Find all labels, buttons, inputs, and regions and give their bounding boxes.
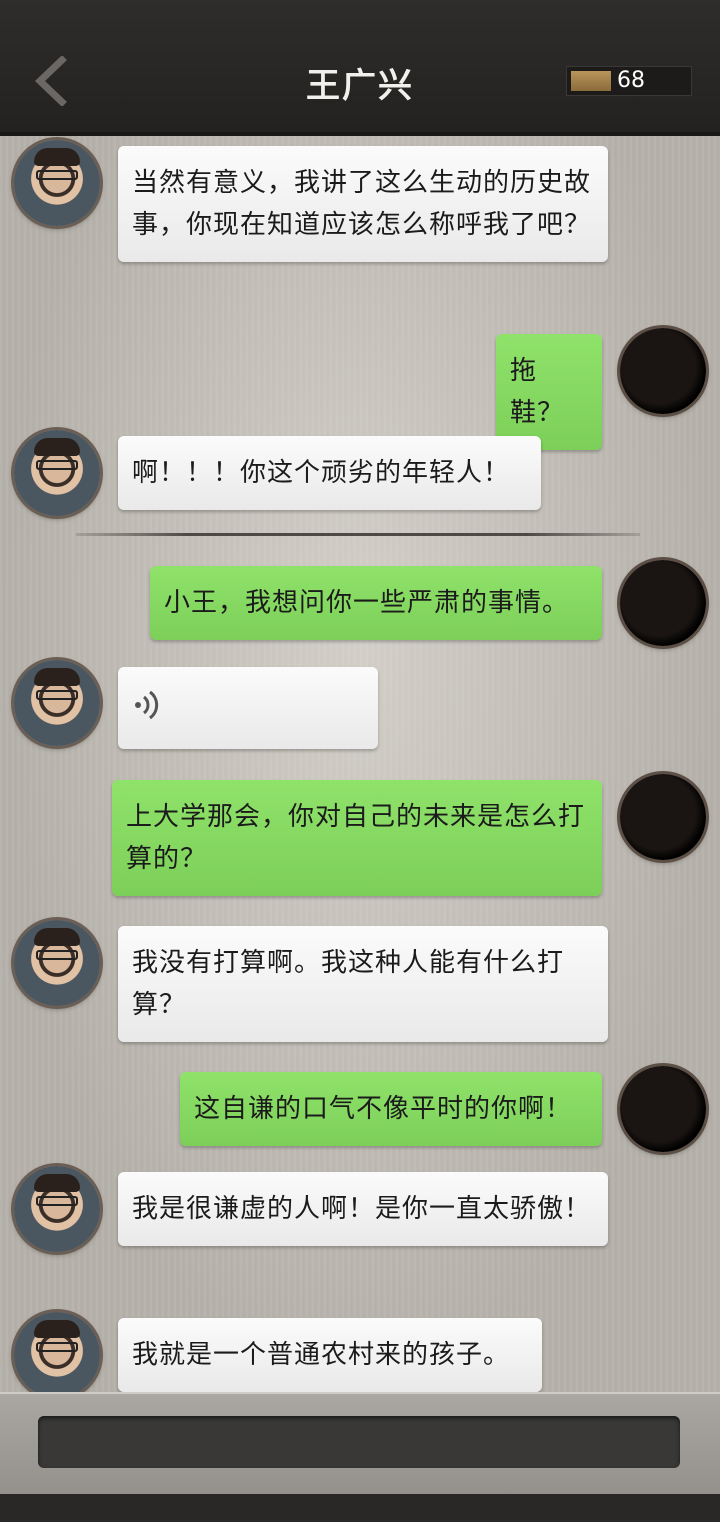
message-bubble[interactable]: 这自谦的口气不像平时的你啊！ [180,1072,602,1146]
message-bubble[interactable]: 啊！！！你这个顽劣的年轻人！ [118,436,541,510]
contact-avatar[interactable] [14,1166,100,1252]
footer-strip [0,1494,720,1522]
contact-avatar[interactable] [14,660,100,746]
message-bubble[interactable]: 拖鞋？ [496,334,602,450]
contact-avatar[interactable] [14,1312,100,1392]
message-bubble[interactable]: 我是很谦虚的人啊！是你一直太骄傲！ [118,1172,608,1246]
coin-icon [571,71,611,91]
user-avatar[interactable] [620,560,706,646]
coin-counter: 68 [566,66,692,96]
message-bubble[interactable]: 我就是一个普通农村来的孩子。 [118,1318,542,1392]
message-bubble[interactable]: 上大学那会，你对自己的未来是怎么打算的？ [112,780,602,896]
top-bar: 王广兴 68 [0,0,720,136]
voice-icon [132,686,166,721]
user-avatar[interactable] [620,774,706,860]
user-avatar[interactable] [620,1066,706,1152]
contact-avatar[interactable] [14,430,100,516]
voice-message-bubble[interactable] [118,667,378,749]
user-avatar[interactable] [620,328,706,414]
message-bubble[interactable]: 小王，我想问你一些严肃的事情。 [150,566,602,640]
reply-input-bar[interactable] [38,1416,680,1468]
history-divider [76,533,640,536]
message-bubble[interactable]: 当然有意义，我讲了这么生动的历史故事，你现在知道应该怎么称呼我了吧？ [118,146,608,262]
bottom-bar [0,1392,720,1522]
contact-avatar[interactable] [14,920,100,1006]
contact-avatar[interactable] [14,140,100,226]
coin-count: 68 [617,68,645,93]
message-bubble[interactable]: 我没有打算啊。我这种人能有什么打算？ [118,926,608,1042]
chat-area[interactable]: 当然有意义，我讲了这么生动的历史故事，你现在知道应该怎么称呼我了吧？ 拖鞋？ 啊… [0,136,720,1392]
